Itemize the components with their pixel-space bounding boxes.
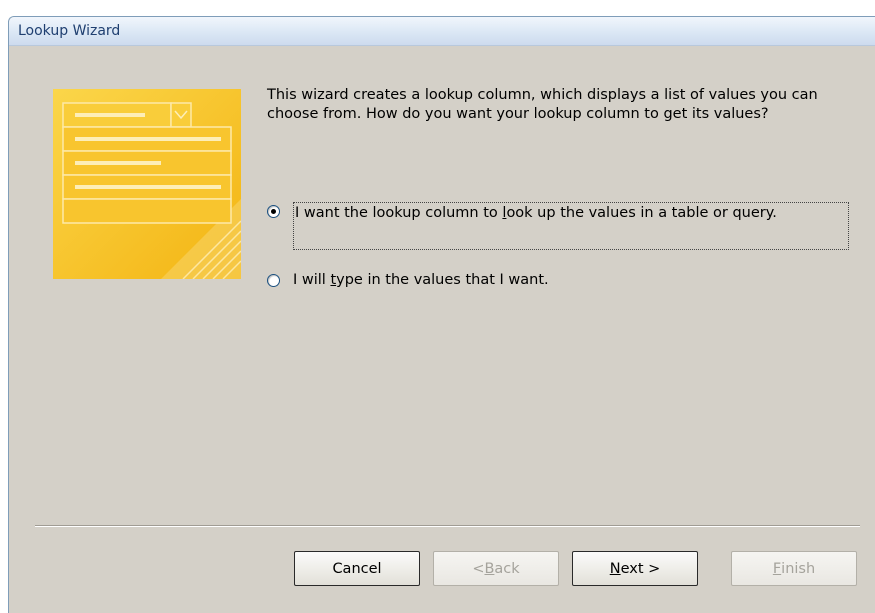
radio-unselected-icon[interactable]	[267, 274, 280, 287]
option-lookup-table-label[interactable]: I want the lookup column to look up the …	[293, 202, 849, 250]
lookup-list-illustration-icon	[53, 89, 241, 279]
wizard-body: This wizard creates a lookup column, whi…	[9, 46, 875, 613]
back-button[interactable]: < Back	[433, 551, 559, 586]
button-separator	[35, 525, 860, 527]
radio-selected-icon[interactable]	[267, 205, 280, 218]
finish-button[interactable]: Finish	[731, 551, 857, 586]
option-type-values-label[interactable]: I will type in the values that I want.	[293, 271, 549, 290]
next-button[interactable]: Next >	[572, 551, 698, 586]
cancel-button[interactable]: Cancel	[294, 551, 420, 586]
title-bar[interactable]: Lookup Wizard	[9, 17, 875, 46]
wizard-intro-text: This wizard creates a lookup column, whi…	[267, 87, 818, 122]
lookup-wizard-dialog: Lookup Wizard This wizard creates a look…	[8, 16, 875, 613]
window-title: Lookup Wizard	[18, 23, 121, 39]
